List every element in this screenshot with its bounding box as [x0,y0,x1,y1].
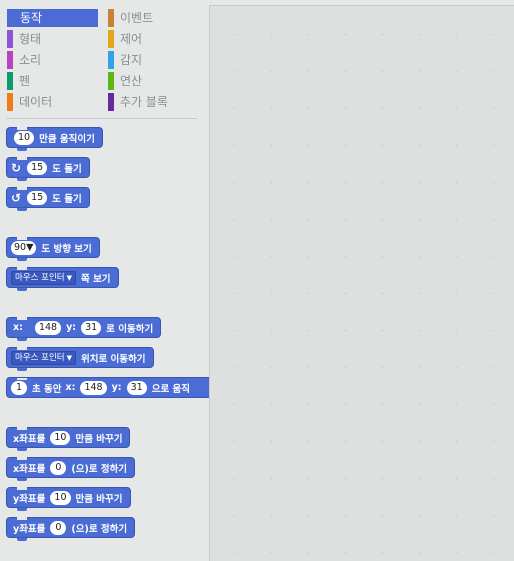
category-button[interactable]: 형태 [7,30,98,48]
block-text: (으)로 정하기 [71,463,128,475]
block-point-towards[interactable]: 마우스 포인터 ▼ 쪽 보기 [6,267,119,291]
category-label: 추가 블록 [120,95,168,109]
target-dropdown[interactable]: 마우스 포인터 ▼ [11,270,77,285]
category-color-swatch [7,51,13,69]
block-text: x좌표를 [13,433,46,445]
category-label: 펜 [19,74,31,88]
category-color-swatch [108,51,114,69]
y-change-input[interactable]: 10 [50,490,71,505]
rotate-clockwise-icon: ↻ [11,160,22,175]
category-button[interactable]: 이벤트 [108,9,198,27]
block-text: 쪽 보기 [81,273,111,285]
x-label: x: [13,322,23,333]
category-button[interactable]: 소리 [7,51,98,69]
category-label: 연산 [120,74,143,88]
category-button[interactable]: 펜 [7,72,98,90]
x-change-input[interactable]: 10 [50,430,71,445]
category-color-swatch [108,30,114,48]
y-input[interactable]: 31 [81,320,102,335]
y-set-input[interactable]: 0 [50,520,67,535]
block-text: y좌표를 [13,523,46,535]
category-color-swatch [7,72,13,90]
category-label: 데이터 [19,95,53,109]
category-label: 동작 [20,11,43,25]
category-button[interactable]: 제어 [108,30,198,48]
block-text: 도 돌기 [52,193,82,205]
degrees-input[interactable]: 15 [27,190,48,205]
block-set-y[interactable]: y좌표를 0 (으)로 정하기 [6,517,136,541]
category-button[interactable]: 동작 [7,9,98,27]
block-point-direction[interactable]: 90 ▼ 도 방향 보기 [6,237,100,261]
block-goto[interactable]: 마우스 포인터 ▼ 위치로 이동하기 [6,347,154,371]
block-goto-xy[interactable]: x: 148 y: 31 로 이동하기 [6,317,162,341]
block-text: x좌표를 [13,463,46,475]
category-color-swatch [108,9,114,27]
block-palette: 동작 형태 소리 펜 데이터 이벤트 제어 감지 연산 추가 블록 10 만큼 움직이기 ↻ 15… [0,0,209,561]
y-label: y: [111,382,122,393]
block-text: 만큼 바꾸기 [75,433,123,445]
block-set-x[interactable]: x좌표를 0 (으)로 정하기 [6,457,136,481]
degrees-input[interactable]: 15 [27,160,48,175]
category-color-swatch [7,9,13,27]
category-color-swatch [108,72,114,90]
block-text: 으로 움직 [151,383,190,395]
direction-value: 90 [14,241,27,253]
block-glide[interactable]: 1 초 동안 x: 148 y: 31 으로 움직 [6,377,209,398]
block-text: 도 돌기 [52,163,82,175]
category-color-swatch [7,30,13,48]
category-color-swatch [108,93,114,111]
seconds-input[interactable]: 1 [11,380,27,395]
category-button[interactable]: 추가 블록 [108,93,198,111]
script-area[interactable] [209,5,514,561]
category-button[interactable]: 연산 [108,72,198,90]
block-text: (으)로 정하기 [71,523,128,535]
x-set-input[interactable]: 0 [50,460,67,475]
block-text: 위치로 이동하기 [81,353,146,365]
steps-input[interactable]: 10 [14,130,35,145]
block-move-steps[interactable]: 10 만큼 움직이기 [6,127,103,151]
y-label: y: [66,322,77,333]
block-turn-left[interactable]: ↺ 15 도 돌기 [6,187,90,211]
block-change-y[interactable]: y좌표를 10 만큼 바꾸기 [6,487,131,511]
target-value: 마우스 포인터 [15,352,65,363]
target-dropdown[interactable]: 마우스 포인터 ▼ [11,350,77,365]
category-label: 형태 [19,32,42,46]
x-input[interactable]: 148 [80,380,107,395]
target-value: 마우스 포인터 [15,272,65,283]
palette-divider [6,118,197,119]
category-label: 감지 [120,53,143,67]
dropdown-arrow-icon: ▼ [66,353,73,362]
direction-dropdown[interactable]: 90 ▼ [11,240,37,255]
category-label: 제어 [120,32,143,46]
block-turn-right[interactable]: ↻ 15 도 돌기 [6,157,90,181]
x-input[interactable]: 148 [34,320,62,335]
y-input[interactable]: 31 [126,380,147,395]
rotate-counterclockwise-icon: ↺ [11,190,22,205]
block-text: 로 이동하기 [106,323,154,335]
block-text: 초 동안 [32,383,62,395]
block-text: y좌표를 [13,493,46,505]
dropdown-arrow-icon: ▼ [26,241,34,253]
dropdown-arrow-icon: ▼ [66,273,73,282]
category-button[interactable]: 감지 [108,51,198,69]
category-label: 소리 [19,53,42,67]
block-text: 만큼 바꾸기 [75,493,123,505]
x-label: x: [65,382,76,393]
category-button[interactable]: 데이터 [7,93,98,111]
block-change-x[interactable]: x좌표를 10 만큼 바꾸기 [6,427,131,451]
category-label: 이벤트 [120,11,154,25]
block-text: 도 방향 보기 [41,243,92,255]
block-text: 만큼 움직이기 [39,133,95,145]
category-color-swatch [7,93,13,111]
